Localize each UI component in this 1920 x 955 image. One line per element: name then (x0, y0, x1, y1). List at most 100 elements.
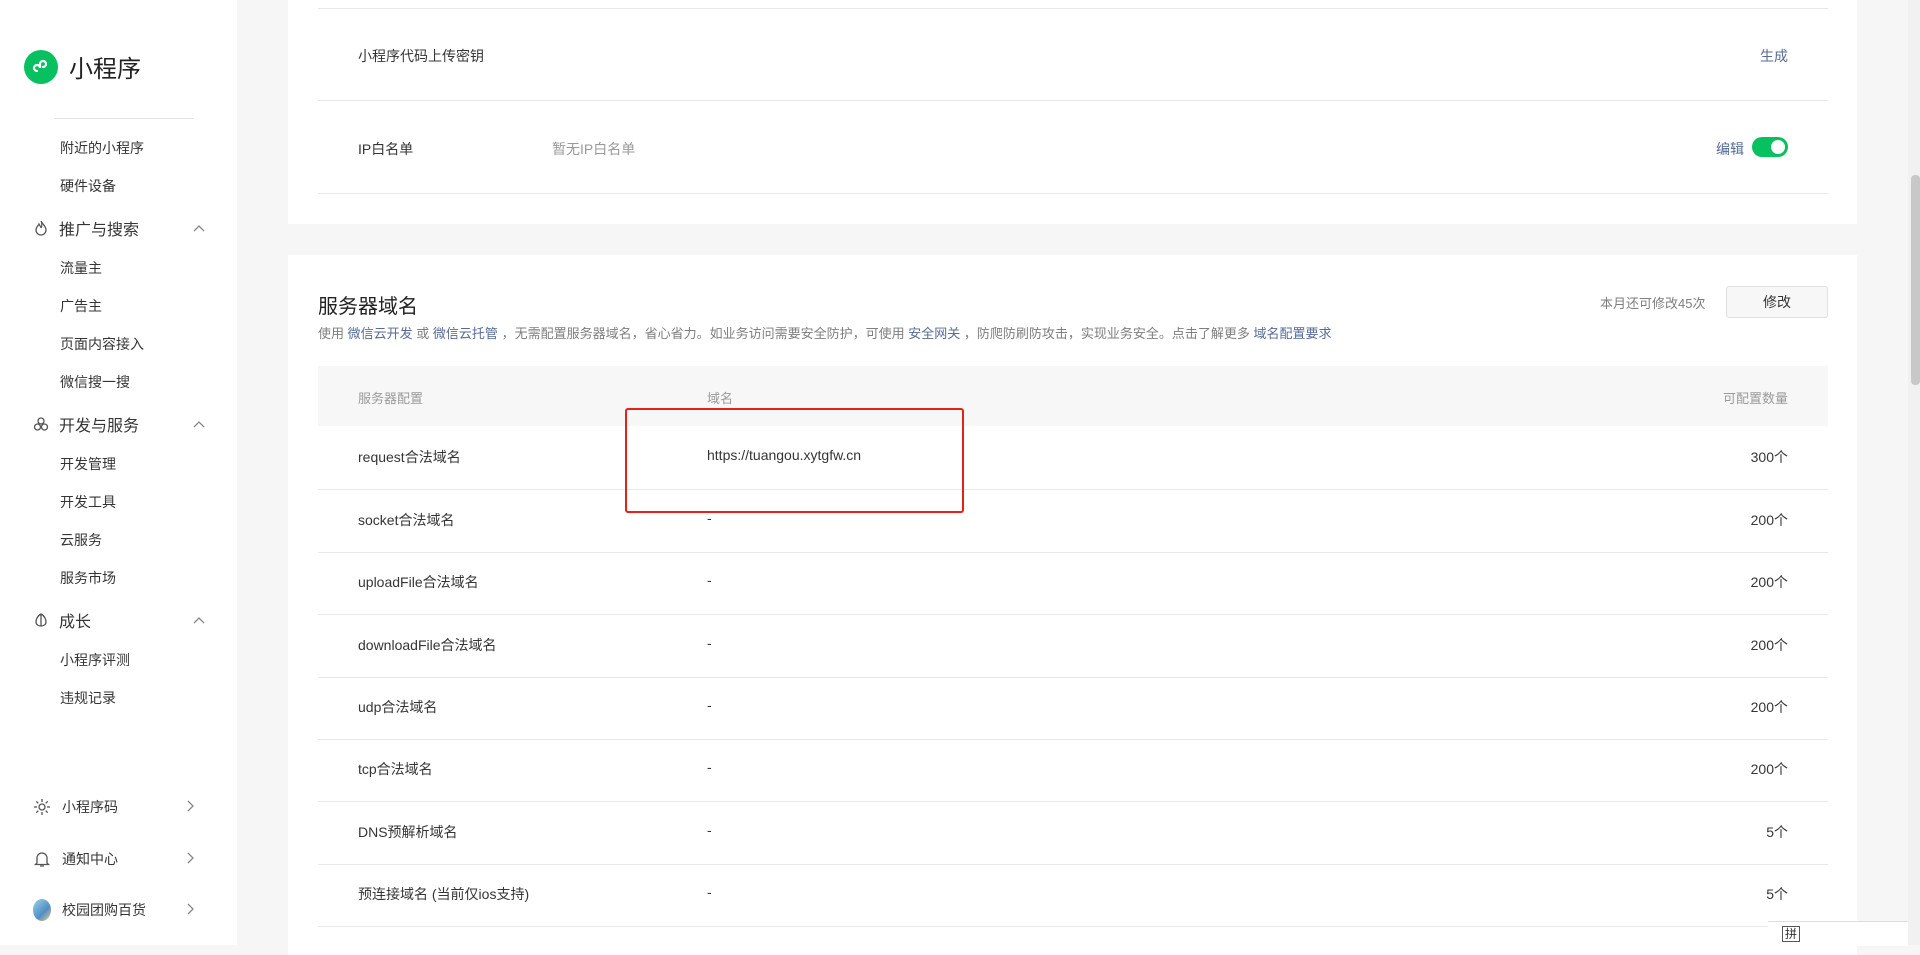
column-header-config: 服务器配置 (358, 391, 424, 406)
desc-text: 或 (416, 326, 430, 341)
sidebar-item-traffic-owner[interactable]: 流量主 (60, 258, 102, 278)
config-count: 200个 (1750, 574, 1788, 590)
bottom-item-label: 通知中心 (62, 851, 118, 867)
sidebar-item-page-content[interactable]: 页面内容接入 (60, 334, 144, 354)
chevron-up-icon (193, 415, 205, 433)
sidebar-item-nearby[interactable]: 附近的小程序 (60, 138, 144, 158)
sidebar-divider (54, 118, 194, 119)
ip-whitelist-label: IP白名单 (358, 141, 414, 157)
config-count: 5个 (1766, 824, 1788, 840)
domain-requirements-link[interactable]: 域名配置要求 (1253, 326, 1331, 341)
modify-quota-text: 本月还可修改45次 (1600, 296, 1706, 311)
page-scrollbar[interactable] (1908, 0, 1920, 945)
app-title: 小程序 (69, 56, 141, 83)
sidebar-group-label: 成长 (59, 614, 92, 631)
config-count: 200个 (1750, 637, 1788, 653)
table-row: downloadFile合法域名 - 200个 (318, 615, 1828, 678)
config-name: tcp合法域名 (358, 761, 433, 777)
generate-key-link[interactable]: 生成 (1760, 46, 1788, 66)
scrollbar-thumb[interactable] (1911, 175, 1920, 385)
sidebar-item-advertiser[interactable]: 广告主 (60, 296, 102, 316)
server-domain-card: 服务器域名 使用 微信云开发 或 微信云托管 ，无需配置服务器域名，省心省力。如… (288, 255, 1857, 955)
config-name: uploadFile合法域名 (358, 574, 479, 590)
section-description: 使用 微信云开发 或 微信云托管 ，无需配置服务器域名，省心省力。如业务访问需要… (318, 323, 1332, 342)
ip-whitelist-row: IP白名单 暂无IP白名单 编辑 (318, 101, 1828, 194)
table-row: uploadFile合法域名 - 200个 (318, 552, 1828, 615)
config-name: udp合法域名 (358, 699, 438, 715)
ime-status-bar: 拼 (1768, 921, 1908, 946)
sidebar-item-cloud-service[interactable]: 云服务 (60, 530, 102, 550)
sidebar-item-dev-tools[interactable]: 开发工具 (60, 492, 116, 512)
config-name: downloadFile合法域名 (358, 637, 497, 653)
domain-value: - (707, 759, 712, 775)
domain-value: - (707, 884, 712, 900)
column-header-count: 可配置数量 (1722, 391, 1788, 406)
leaf-icon (33, 612, 49, 628)
desc-text: ，无需配置服务器域名，省心省力。如业务访问需要安全防护，可使用 (501, 326, 905, 341)
desc-text: 使用 (318, 326, 345, 341)
sidebar-item-service-market[interactable]: 服务市场 (60, 568, 116, 588)
sidebar: 小程序 附近的小程序 硬件设备 推广与搜索 流量主 广告主 页面内容接入 微信搜… (0, 0, 237, 945)
sidebar-group-promotion[interactable]: 推广与搜索 (33, 216, 205, 240)
ime-indicator[interactable]: 拼 (1782, 926, 1801, 942)
cloud-hosting-link[interactable]: 微信云托管 (433, 326, 498, 341)
modify-button[interactable]: 修改 (1726, 286, 1828, 318)
config-name: 预连接域名 (当前仅ios支持) (358, 886, 530, 902)
domain-value: - (707, 697, 712, 713)
chevron-up-icon (193, 611, 205, 629)
edit-ip-whitelist-link[interactable]: 编辑 (1716, 139, 1744, 159)
modules-icon (33, 416, 49, 432)
config-count: 200个 (1750, 761, 1788, 777)
ip-whitelist-toggle[interactable] (1752, 137, 1788, 157)
config-count: 5个 (1766, 886, 1788, 902)
upload-key-row: 小程序代码上传密钥 生成 (318, 9, 1828, 101)
sidebar-group-label: 开发与服务 (59, 418, 140, 435)
table-header: 服务器配置 域名 可配置数量 (318, 366, 1828, 426)
upload-key-label: 小程序代码上传密钥 (358, 48, 484, 64)
avatar (33, 899, 51, 921)
bottom-item-label: 小程序码 (62, 799, 118, 815)
config-count: 200个 (1750, 699, 1788, 715)
config-count: 200个 (1750, 512, 1788, 528)
table-row: request合法域名 https://tuangou.xytgfw.cn 30… (318, 427, 1828, 490)
sidebar-item-dev-management[interactable]: 开发管理 (60, 454, 116, 474)
sidebar-group-dev-services[interactable]: 开发与服务 (33, 412, 205, 436)
chevron-right-icon (187, 902, 195, 918)
cloud-dev-link[interactable]: 微信云开发 (348, 326, 413, 341)
config-name: socket合法域名 (358, 512, 455, 528)
table-row: socket合法域名 - 200个 (318, 490, 1828, 553)
section-title: 服务器域名 (318, 296, 418, 318)
table-row: tcp合法域名 - 200个 (318, 739, 1828, 802)
chevron-right-icon (187, 851, 195, 867)
table-row: udp合法域名 - 200个 (318, 677, 1828, 740)
account-name: 校园团购百货 (62, 902, 146, 918)
table-row: DNS预解析域名 - 5个 (318, 802, 1828, 865)
highlight-box (625, 408, 964, 513)
app-logo[interactable]: 小程序 (24, 49, 141, 84)
domain-value: - (707, 822, 712, 838)
config-count: 300个 (1750, 449, 1788, 465)
sidebar-account[interactable]: 校园团购百货 (33, 899, 195, 921)
config-name: DNS预解析域名 (358, 824, 458, 840)
domain-value: - (707, 572, 712, 588)
sun-icon (33, 798, 51, 816)
chevron-right-icon (187, 799, 195, 815)
domain-value: - (707, 635, 712, 651)
bell-icon (33, 850, 51, 868)
config-name: request合法域名 (358, 449, 461, 465)
sidebar-group-growth[interactable]: 成长 (33, 608, 205, 632)
flame-icon (33, 220, 49, 236)
sidebar-item-hardware[interactable]: 硬件设备 (60, 176, 116, 196)
sidebar-notification-center[interactable]: 通知中心 (33, 849, 195, 869)
sidebar-item-wechat-search[interactable]: 微信搜一搜 (60, 372, 130, 392)
security-gateway-link[interactable]: 安全网关 (908, 326, 960, 341)
sidebar-item-evaluation[interactable]: 小程序评测 (60, 650, 130, 670)
desc-text: ，防爬防刷防攻击，实现业务安全。点击了解更多 (963, 326, 1250, 341)
dev-settings-card: 小程序代码上传密钥 生成 IP白名单 暂无IP白名单 编辑 (288, 0, 1857, 224)
sidebar-miniprogram-code[interactable]: 小程序码 (33, 797, 195, 817)
miniprogram-logo-icon (24, 49, 58, 84)
column-header-domain: 域名 (707, 391, 734, 406)
ip-whitelist-empty-note: 暂无IP白名单 (552, 141, 636, 157)
chevron-up-icon (193, 219, 205, 237)
sidebar-item-violations[interactable]: 违规记录 (60, 688, 116, 708)
